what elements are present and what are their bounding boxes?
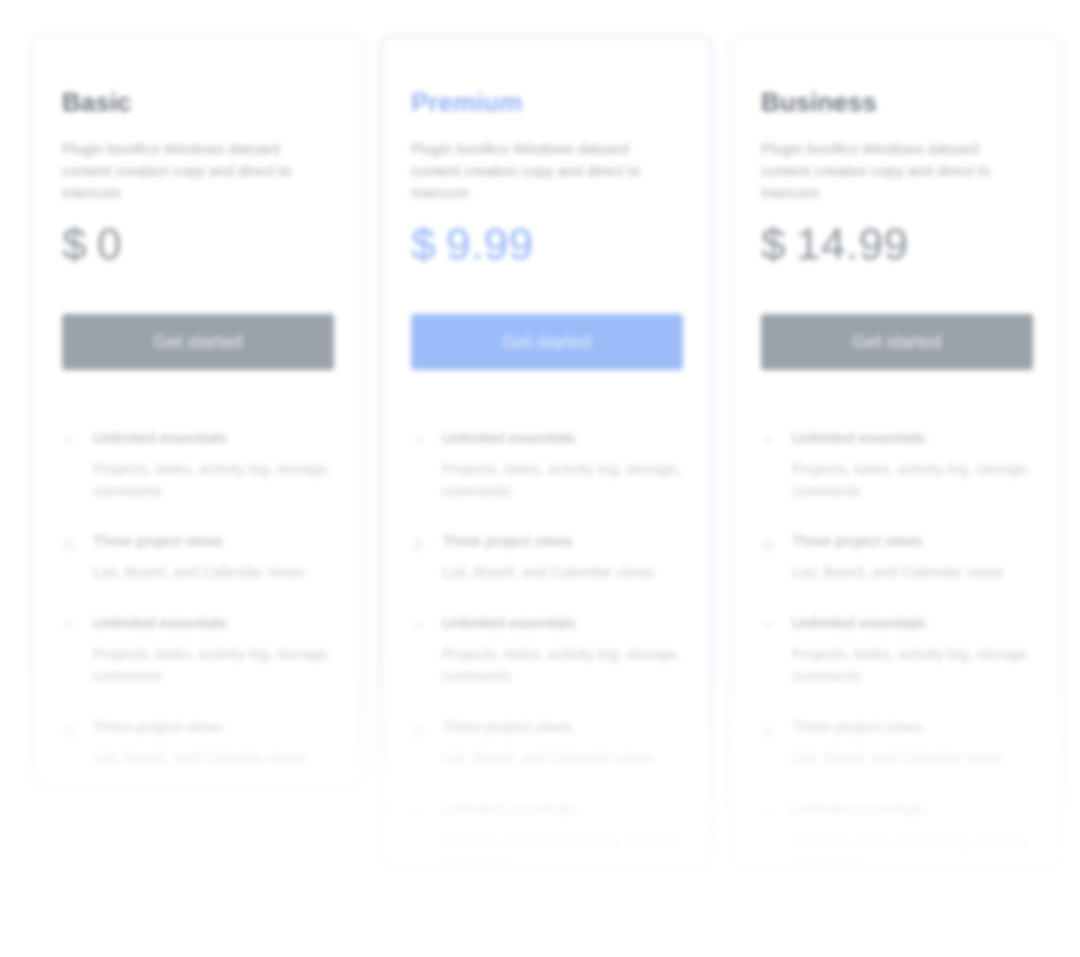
circle-icon: ○ [64, 431, 74, 447]
feature-description: Projects, tasks, activity log, storage, … [792, 646, 1031, 685]
plan-card-business: Business Plugin bonifico Windows datoard… [731, 36, 1061, 866]
circle-icon: ○ [64, 616, 74, 632]
circle-icon: ○ [413, 616, 423, 632]
feature-description: Projects, tasks, activity log, storage, … [442, 646, 681, 685]
get-started-button[interactable]: Get started [62, 314, 334, 370]
feature-title: Unlimited essentials [792, 801, 926, 818]
feature-description: List, Board, and Calendar views [93, 750, 305, 767]
plan-description: Plugin bonifico Windows datoard content … [761, 141, 991, 202]
feature-title: Three project views [442, 719, 573, 736]
feature-title: Three project views [792, 719, 923, 736]
price-amount: 0 [96, 220, 122, 269]
feature-title: Unlimited essentials [792, 615, 926, 632]
circle-icon: ○ [763, 802, 773, 818]
plan-description: Plugin bonifico Windows datoard content … [411, 141, 641, 202]
circle-icon: ○ [763, 616, 773, 632]
feature-title: Unlimited essentials [93, 430, 227, 447]
plan-price: $0 [62, 220, 122, 270]
feature-description: List, Board, and Calendar views [792, 564, 1004, 581]
plan-price: $14.99 [761, 220, 909, 270]
currency-symbol: $ [411, 220, 436, 269]
plan-card-premium: Premium Plugin bonifico Windows datoard … [381, 36, 711, 866]
feature-description: Projects, tasks, activity log, storage, … [93, 461, 332, 500]
plan-price: $9.99 [411, 220, 534, 270]
feature-description: List, Board, and Calendar views [442, 750, 654, 767]
feature-title: Unlimited essentials [442, 615, 576, 632]
feature-description: Projects, tasks, activity log, storage, … [792, 461, 1031, 500]
feature-title: Three project views [93, 719, 224, 736]
feature-description: Projects, tasks, activity log, storage, … [792, 832, 1031, 866]
get-started-button[interactable]: Get started [411, 314, 683, 370]
feature-title: Three project views [442, 533, 573, 550]
plan-name: Basic [62, 87, 132, 117]
pricing-page: Basic Plugin bonifico Windows datoard co… [0, 0, 1080, 957]
plan-name: Business [761, 87, 877, 117]
price-amount: 9.99 [445, 220, 534, 269]
triangle-icon: △ [762, 534, 774, 550]
triangle-icon: △ [63, 534, 75, 550]
triangle-icon: △ [412, 534, 424, 550]
feature-title: Unlimited essentials [442, 801, 576, 818]
plan-name: Premium [411, 87, 523, 117]
feature-description: List, Board, and Calendar views [442, 564, 654, 581]
feature-title: Three project views [792, 533, 923, 550]
triangle-icon: △ [63, 720, 75, 736]
feature-description: List, Board, and Calendar views [93, 564, 305, 581]
plan-description: Plugin bonifico Windows datoard content … [62, 141, 292, 202]
feature-description: Projects, tasks, activity log, storage, … [93, 646, 332, 685]
circle-icon: ○ [763, 431, 773, 447]
feature-title: Three project views [93, 533, 224, 550]
currency-symbol: $ [62, 220, 87, 269]
feature-description: Projects, tasks, activity log, storage, … [442, 461, 681, 500]
plan-card-basic: Basic Plugin bonifico Windows datoard co… [32, 36, 362, 786]
price-amount: 14.99 [795, 220, 909, 269]
circle-icon: ○ [413, 431, 423, 447]
triangle-icon: △ [412, 720, 424, 736]
triangle-icon: △ [762, 720, 774, 736]
feature-description: List, Board, and Calendar views [792, 750, 1004, 767]
feature-title: Unlimited essentials [93, 615, 227, 632]
get-started-button[interactable]: Get started [761, 314, 1033, 370]
feature-description: Projects, tasks, activity log, storage, … [442, 832, 681, 866]
pricing-plans: Basic Plugin bonifico Windows datoard co… [0, 0, 1080, 957]
feature-title: Unlimited essentials [442, 430, 576, 447]
feature-title: Unlimited essentials [792, 430, 926, 447]
circle-icon: ○ [413, 802, 423, 818]
currency-symbol: $ [761, 220, 786, 269]
